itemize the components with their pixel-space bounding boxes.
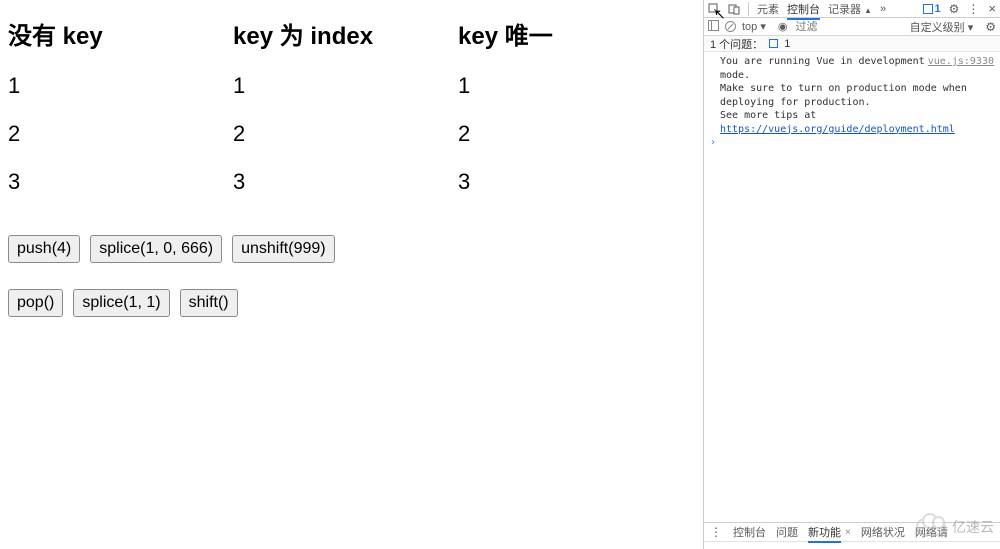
tab-elements[interactable]: 元素 <box>757 1 779 17</box>
clear-console-icon[interactable] <box>725 21 736 32</box>
column-key-index: key 为 index 1 2 3 <box>233 8 458 217</box>
tab-recorder[interactable]: 记录器 ▲ <box>828 1 872 17</box>
console-output[interactable]: vue.js:9330 You are running Vue in devel… <box>704 52 1000 522</box>
console-prompt-icon: › <box>710 136 716 150</box>
drawer-tab-whatsnew[interactable]: 新功能 <box>808 524 841 540</box>
column-key-unique: key 唯一 1 2 3 <box>458 8 683 217</box>
list-item: 1 <box>8 73 233 99</box>
app-pane: 没有 key 1 2 3 key 为 index 1 2 3 key 唯一 1 … <box>0 0 704 549</box>
column-heading: 没有 key <box>8 16 233 51</box>
settings-icon[interactable]: ⚙ <box>949 2 960 16</box>
button-row-remove: pop() splice(1, 1) shift() <box>8 289 695 317</box>
device-toggle-icon[interactable] <box>728 3 740 15</box>
shift-button[interactable]: shift() <box>180 289 238 317</box>
drawer-tab-network-conditions[interactable]: 网络状况 <box>861 524 905 540</box>
list-item: 1 <box>233 73 458 99</box>
splice-remove-button[interactable]: splice(1, 1) <box>73 289 169 317</box>
column-no-key: 没有 key 1 2 3 <box>8 8 233 217</box>
button-row-add: push(4) splice(1, 0, 666) unshift(999) <box>8 235 695 263</box>
list-item: 1 <box>458 73 683 99</box>
drawer-tab-issues[interactable]: 问题 <box>776 524 798 540</box>
context-selector[interactable]: top ▾ <box>742 20 766 33</box>
devtools-drawer: ⋮ 控制台 问题 新功能 × 网络状况 网络请 <box>704 522 1000 549</box>
column-heading: key 为 index <box>233 16 458 51</box>
devtools-tabbar: ↖ 元素 控制台 记录器 ▲ » 1 ⚙ ⋮ × <box>704 0 1000 18</box>
issues-badge-count: 1 <box>935 3 941 15</box>
deployment-guide-link[interactable]: https://vuejs.org/guide/deployment.html <box>720 124 955 135</box>
issues-count: 1 <box>784 38 790 50</box>
splice-insert-button[interactable]: splice(1, 0, 666) <box>90 235 222 263</box>
console-text: Make sure to turn on production mode whe… <box>720 83 967 108</box>
drawer-tab-request-blocking[interactable]: 网络请 <box>915 524 948 540</box>
tabs-overflow[interactable]: » <box>880 3 886 15</box>
issue-icon <box>769 39 778 48</box>
console-message: vue.js:9330 You are running Vue in devel… <box>720 55 994 136</box>
console-text: You are running Vue in development mode. <box>720 56 925 81</box>
push-button[interactable]: push(4) <box>8 235 80 263</box>
columns-container: 没有 key 1 2 3 key 为 index 1 2 3 key 唯一 1 … <box>8 8 695 217</box>
issues-badge[interactable]: 1 <box>923 3 941 15</box>
sidebar-toggle-icon[interactable] <box>708 20 719 34</box>
list-item: 3 <box>8 169 233 195</box>
tab-console[interactable]: 控制台 <box>787 1 820 17</box>
issues-label: 1 个问题： <box>710 36 763 52</box>
drawer-tabbar: ⋮ 控制台 问题 新功能 × 网络状况 网络请 <box>704 523 1000 541</box>
console-toolbar: top ▾ ◉ 自定义级别 ▾ ⚙ <box>704 18 1000 36</box>
column-heading: key 唯一 <box>458 16 683 51</box>
message-source-link[interactable]: vue.js:9330 <box>928 55 994 69</box>
drawer-tab-console[interactable]: 控制台 <box>733 524 766 540</box>
list-item: 3 <box>233 169 458 195</box>
live-expression-icon[interactable]: ◉ <box>778 20 788 33</box>
console-settings-icon[interactable]: ⚙ <box>985 20 996 34</box>
list-item: 2 <box>8 121 233 147</box>
pop-button[interactable]: pop() <box>8 289 63 317</box>
issues-bar[interactable]: 1 个问题： 1 <box>704 36 1000 52</box>
console-text: See more tips at <box>720 110 816 121</box>
inspect-element-icon[interactable] <box>708 3 720 15</box>
more-menu-icon[interactable]: ⋮ <box>967 2 980 16</box>
unshift-button[interactable]: unshift(999) <box>232 235 335 263</box>
close-tab-icon[interactable]: × <box>845 527 851 538</box>
log-level-selector[interactable]: 自定义级别 ▾ <box>910 19 974 35</box>
list-item: 3 <box>458 169 683 195</box>
issues-badge-icon <box>923 4 933 14</box>
separator <box>748 2 749 16</box>
list-item: 2 <box>233 121 458 147</box>
devtools-pane: ↖ 元素 控制台 记录器 ▲ » 1 ⚙ ⋮ × top ▾ ◉ 自定义级别 ▾ <box>704 0 1000 549</box>
drawer-body <box>704 541 1000 549</box>
drawer-menu-icon[interactable]: ⋮ <box>710 525 723 539</box>
filter-input[interactable] <box>793 20 853 34</box>
list-item: 2 <box>458 121 683 147</box>
close-devtools-icon[interactable]: × <box>988 1 996 16</box>
